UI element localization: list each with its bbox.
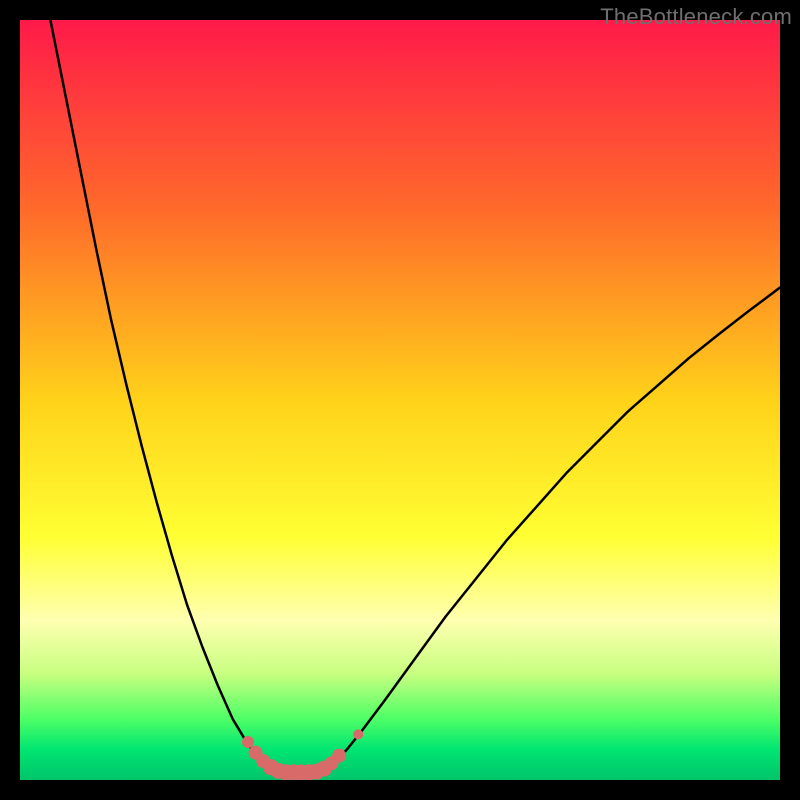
marker-point bbox=[353, 729, 363, 739]
heat-gradient-background bbox=[20, 20, 780, 780]
marker-point bbox=[332, 749, 346, 763]
watermark-text: TheBottleneck.com bbox=[600, 4, 792, 30]
marker-point bbox=[242, 736, 254, 748]
bottleneck-chart bbox=[20, 20, 780, 780]
chart-frame bbox=[20, 20, 780, 780]
